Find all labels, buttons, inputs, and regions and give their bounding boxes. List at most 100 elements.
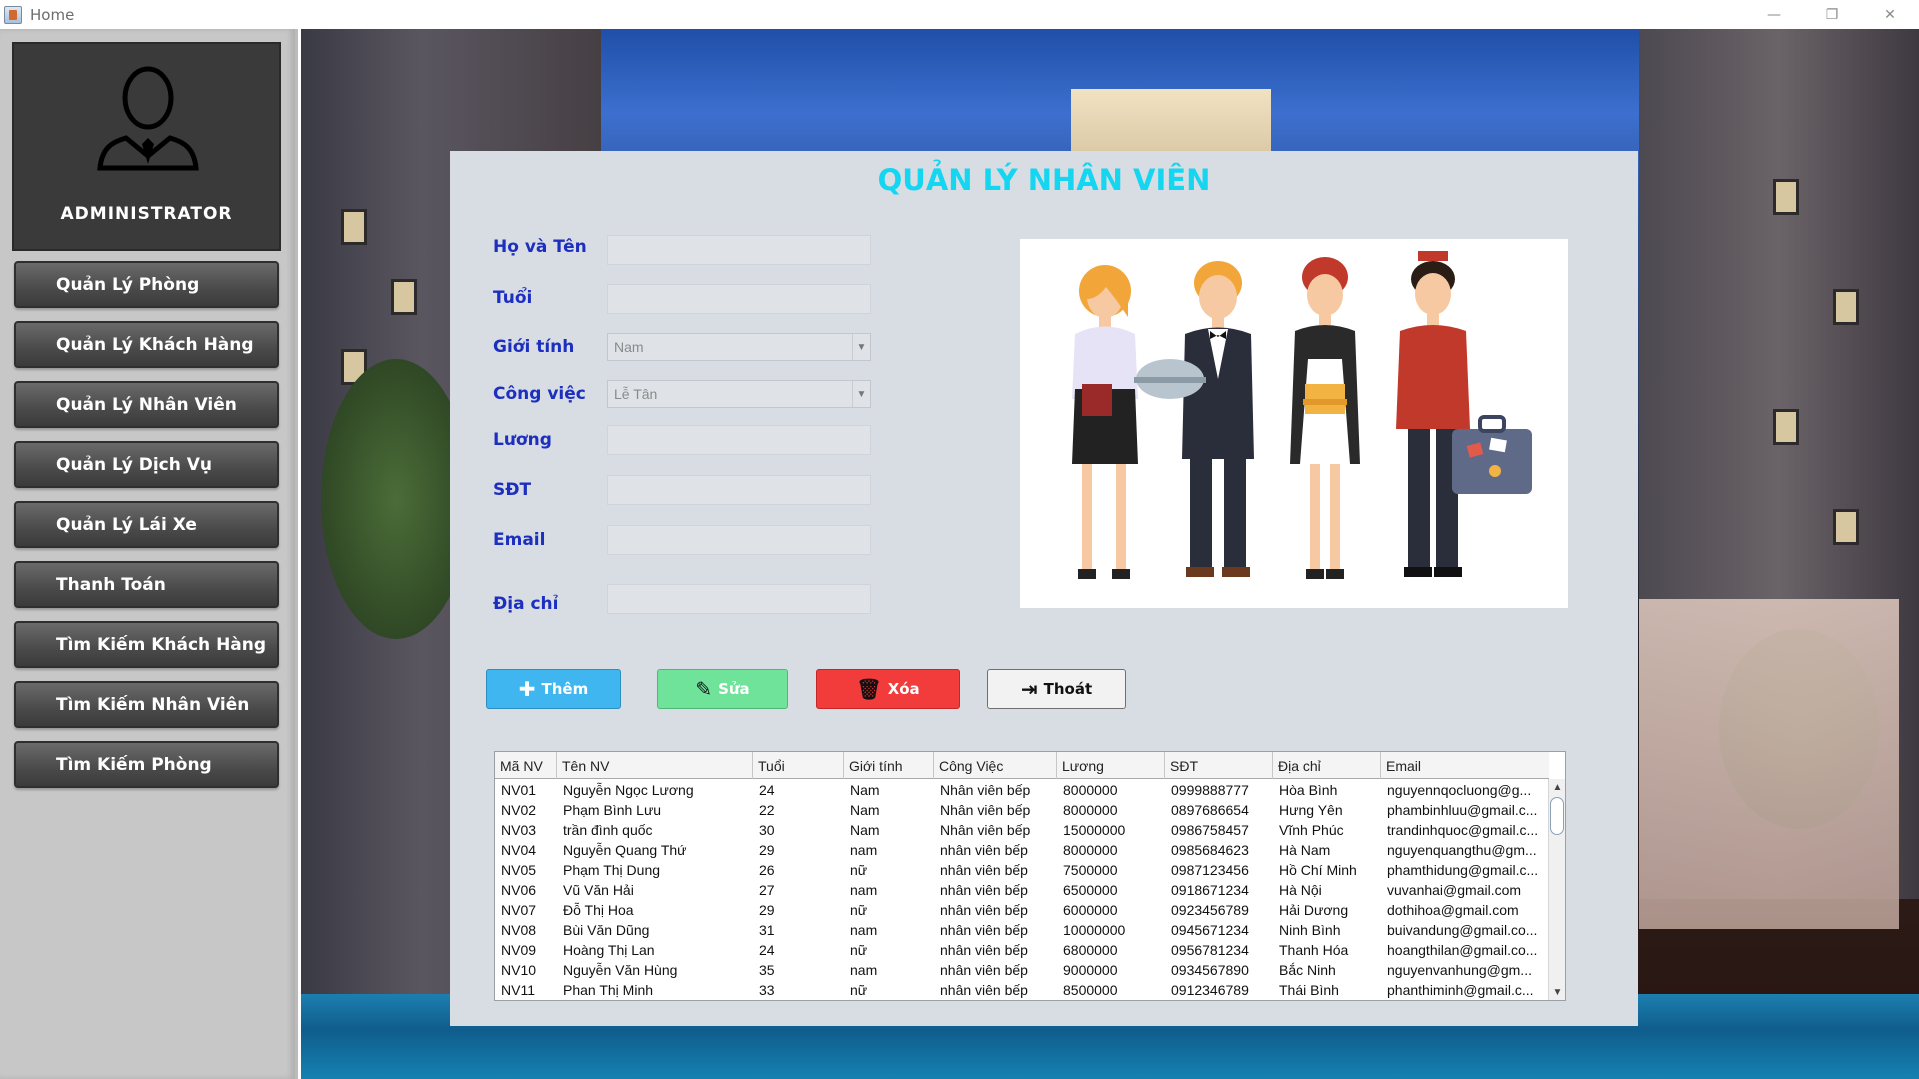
- table-cell: Bùi Văn Dũng: [563, 922, 650, 938]
- table-row[interactable]: NV08 Bùi Văn Dũng 31 nam nhân viên bếp 100000…: [495, 920, 1549, 940]
- trash-icon: 🗑: [856, 677, 882, 701]
- table-cell: Hoàng Thị Lan: [563, 942, 655, 958]
- table-cell: 27: [759, 882, 775, 898]
- table-row[interactable]: NV03 trần đình quốc 30 Nam Nhân viên bếp 1500…: [495, 820, 1549, 840]
- table-cell: 0912346789: [1171, 982, 1249, 998]
- table-cell: NV02: [501, 802, 537, 818]
- table-row[interactable]: NV04 Nguyễn Quang Thứ 29 nam nhân viên bếp 80…: [495, 840, 1549, 860]
- table-cell: 0934567890: [1171, 962, 1249, 978]
- nav-quan-ly-lai-xe[interactable]: Quản Lý Lái Xe: [14, 501, 279, 548]
- column-header[interactable]: Giới tính: [844, 752, 934, 779]
- edit-button-label: Sửa: [718, 680, 750, 698]
- employee-table[interactable]: Mã NV Tên NV Tuổi Giới tính Công Việc Lư…: [494, 751, 1566, 1001]
- user-avatar-icon: [97, 66, 199, 171]
- column-header[interactable]: Tuổi: [753, 752, 844, 779]
- table-cell: 15000000: [1063, 822, 1126, 838]
- table-cell: trandinhquoc@gmail.c...: [1387, 822, 1539, 838]
- column-header[interactable]: Địa chỉ: [1273, 752, 1381, 779]
- column-header[interactable]: Công Việc: [934, 752, 1057, 779]
- column-header[interactable]: Tên NV: [557, 752, 753, 779]
- table-cell: nhân viên bếp: [940, 982, 1028, 998]
- edit-button[interactable]: ✎ Sửa: [657, 669, 788, 709]
- chevron-down-icon[interactable]: ▼: [852, 334, 870, 360]
- email-field[interactable]: [607, 525, 871, 555]
- table-cell: nguyenvanhung@gm...: [1387, 962, 1532, 978]
- scroll-down-icon[interactable]: ▼: [1549, 984, 1565, 1000]
- nav-quan-ly-nhan-vien[interactable]: Quản Lý Nhân Viên: [14, 381, 279, 428]
- table-row[interactable]: NV10 Nguyễn Văn Hùng 35 nam nhân viên bếp 900…: [495, 960, 1549, 980]
- job-select[interactable]: Lễ Tân ▼: [607, 380, 871, 408]
- maximize-icon[interactable]: ❐: [1803, 0, 1861, 29]
- table-cell: hoangthilan@gmail.co...: [1387, 942, 1538, 958]
- table-cell: 24: [759, 782, 775, 798]
- table-cell: Nam: [850, 822, 880, 838]
- label-phone: SĐT: [493, 480, 532, 500]
- table-cell: Hòa Bình: [1279, 782, 1338, 798]
- table-cell: vuvanhai@gmail.com: [1387, 882, 1522, 898]
- pencil-icon: ✎: [695, 677, 713, 701]
- nav-thanh-toan[interactable]: Thanh Toán: [14, 561, 279, 608]
- table-cell: nhân viên bếp: [940, 862, 1028, 878]
- table-cell: nam: [850, 962, 878, 978]
- nav-tim-kiem-khach-hang[interactable]: Tìm Kiếm Khách Hàng: [14, 621, 279, 668]
- label-job: Công việc: [493, 384, 586, 404]
- table-cell: Nhân viên bếp: [940, 802, 1031, 818]
- table-cell: buivandung@gmail.co...: [1387, 922, 1538, 938]
- table-cell: nam: [850, 842, 878, 858]
- nav-quan-ly-khach-hang[interactable]: Quản Lý Khách Hàng: [14, 321, 279, 368]
- table-cell: NV04: [501, 842, 537, 858]
- phone-field[interactable]: [607, 475, 871, 505]
- building-window: [1773, 179, 1799, 215]
- age-field[interactable]: [607, 284, 871, 314]
- nav-quan-ly-dich-vu[interactable]: Quản Lý Dịch Vụ: [14, 441, 279, 488]
- chevron-down-icon[interactable]: ▼: [852, 381, 870, 407]
- gender-select[interactable]: Nam ▼: [607, 333, 871, 361]
- java-app-icon: [4, 5, 22, 24]
- table-cell: trần đình quốc: [563, 822, 653, 838]
- column-header[interactable]: SĐT: [1165, 752, 1273, 779]
- table-cell: nữ: [850, 862, 868, 878]
- window-titlebar: Home — ❐ ✕: [0, 0, 1919, 29]
- salary-field[interactable]: [607, 425, 871, 455]
- column-header[interactable]: Lương: [1057, 752, 1165, 779]
- table-row[interactable]: NV02 Phạm Bình Lưu 22 Nam Nhân viên bếp 80000…: [495, 800, 1549, 820]
- add-button[interactable]: ✚ Thêm: [486, 669, 621, 709]
- exit-button[interactable]: ⇥ Thoát: [987, 669, 1126, 709]
- table-cell: Bắc Ninh: [1279, 962, 1336, 978]
- column-header[interactable]: Email: [1381, 752, 1549, 779]
- receptionist-figure: [1072, 265, 1138, 579]
- address-field[interactable]: [607, 584, 871, 614]
- table-cell: NV07: [501, 902, 537, 918]
- table-cell: nguyennqocluong@g...: [1387, 782, 1532, 798]
- nav-tim-kiem-nhan-vien[interactable]: Tìm Kiếm Nhân Viên: [14, 681, 279, 728]
- table-cell: Vũ Văn Hải: [563, 882, 634, 898]
- name-field[interactable]: [607, 235, 871, 265]
- column-header[interactable]: Mã NV: [495, 752, 557, 779]
- delete-button-label: Xóa: [887, 680, 920, 698]
- table-cell: Vĩnh Phúc: [1279, 822, 1344, 838]
- table-row[interactable]: NV09 Hoàng Thị Lan 24 nữ nhân viên bếp 680000…: [495, 940, 1549, 960]
- building-window: [391, 279, 417, 315]
- minimize-icon[interactable]: —: [1745, 0, 1803, 29]
- table-header: Mã NV Tên NV Tuổi Giới tính Công Việc Lư…: [495, 752, 1549, 779]
- table-cell: Nam: [850, 802, 880, 818]
- delete-button[interactable]: 🗑 Xóa: [816, 669, 960, 709]
- scroll-thumb[interactable]: [1550, 797, 1564, 835]
- table-row[interactable]: NV05 Phạm Thị Dung 26 nữ nhân viên bếp 750000…: [495, 860, 1549, 880]
- scroll-up-icon[interactable]: ▲: [1549, 779, 1565, 795]
- job-select-value: Lễ Tân: [614, 386, 658, 402]
- nav-quan-ly-phong[interactable]: Quản Lý Phòng: [14, 261, 279, 308]
- table-scrollbar[interactable]: ▲ ▼: [1548, 779, 1565, 1000]
- close-icon[interactable]: ✕: [1861, 0, 1919, 29]
- nav-tim-kiem-phong[interactable]: Tìm Kiếm Phòng: [14, 741, 279, 788]
- admin-profile-box: ADMINISTRATOR: [12, 42, 281, 251]
- table-cell: 8000000: [1063, 802, 1118, 818]
- table-cell: NV03: [501, 822, 537, 838]
- label-gender: Giới tính: [493, 337, 575, 357]
- table-cell: 8000000: [1063, 782, 1118, 798]
- table-row[interactable]: NV07 Đỗ Thị Hoa 29 nữ nhân viên bếp 6000000 09…: [495, 900, 1549, 920]
- maid-figure: [1290, 257, 1360, 579]
- table-row[interactable]: NV06 Vũ Văn Hải 27 nam nhân viên bếp 6500000 0…: [495, 880, 1549, 900]
- table-row[interactable]: NV01 Nguyễn Ngọc Lương 24 Nam Nhân viên bếp 8…: [495, 780, 1549, 800]
- table-row[interactable]: NV11 Phan Thị Minh 33 nữ nhân viên bếp 850000…: [495, 980, 1549, 1000]
